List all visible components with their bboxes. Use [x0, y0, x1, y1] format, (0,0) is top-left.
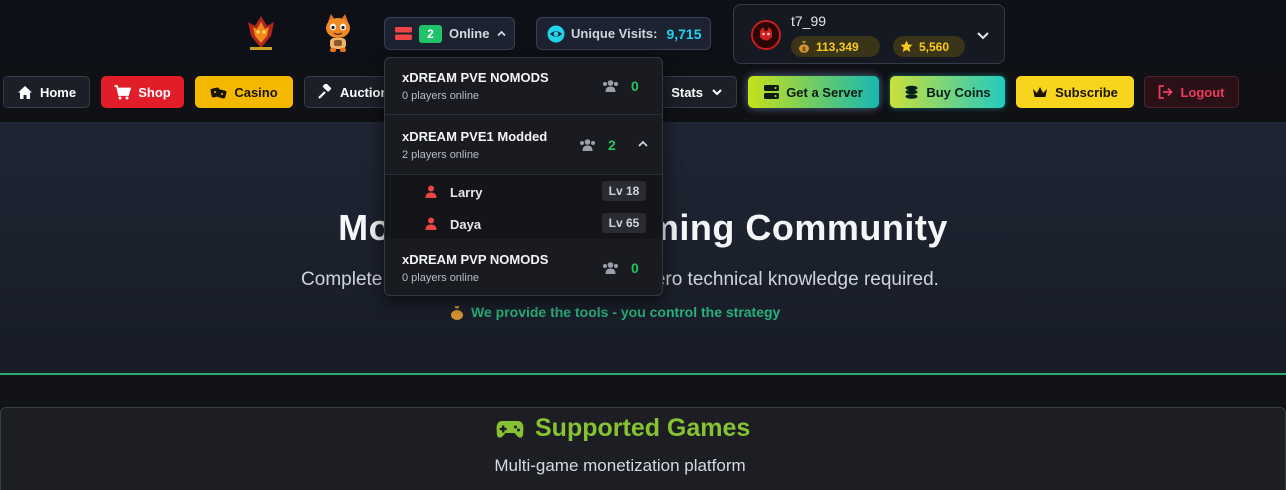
supported-games-heading: Supported Games — [496, 414, 750, 443]
user-icon — [425, 217, 437, 230]
unique-visits-counter: Unique Visits: 9,715 — [536, 17, 711, 50]
online-count-badge: 2 — [419, 24, 442, 43]
online-servers-button[interactable]: 2 Online — [384, 17, 515, 50]
money-bag-icon: $ — [799, 41, 809, 53]
cart-icon — [114, 84, 132, 99]
nav-auction-label: Auction — [340, 84, 389, 100]
server-online-count: 0 — [631, 260, 639, 276]
user-profile-menu[interactable]: t7_99 $ 113,349 5,560 — [733, 4, 1005, 64]
server-players-text: 2 players online — [402, 149, 480, 161]
money-balance: $ 113,349 — [791, 36, 880, 57]
server-item[interactable]: xDREAM PVP NOMODS 0 players online 0 — [385, 239, 662, 295]
supported-games-title: Supported Games — [535, 414, 751, 442]
chevron-up-icon — [497, 30, 507, 37]
subscribe-button[interactable]: Subscribe — [1016, 76, 1134, 108]
logout-icon — [1159, 85, 1174, 99]
star-icon — [900, 40, 913, 52]
supported-games-section: Supported Games Multi-game monetization … — [0, 375, 1286, 490]
nav-home-label: Home — [39, 84, 77, 100]
dice-icon — [210, 87, 227, 98]
xdream-logo[interactable] — [244, 14, 278, 52]
nav-shop-label: Shop — [138, 84, 171, 100]
username: t7_99 — [791, 13, 827, 29]
buy-coins-label: Buy Coins — [926, 84, 991, 100]
mascot-logo[interactable] — [322, 12, 354, 54]
gamepad-icon — [496, 420, 524, 438]
money-value: 113,349 — [816, 39, 859, 54]
hero-tagline: We provide the tools - you control the s… — [450, 304, 780, 320]
crown-icon — [1033, 86, 1048, 97]
nav-casino-label: Casino — [234, 84, 278, 100]
online-label: Online — [449, 26, 490, 41]
users-icon — [603, 80, 618, 92]
users-icon — [603, 262, 618, 274]
server-players-text: 0 players online — [402, 90, 480, 102]
server-players-text: 0 players online — [402, 272, 480, 284]
hero-tagline-text: We provide the tools - you control the s… — [471, 304, 781, 320]
nav-auction-button[interactable]: Auction — [304, 76, 390, 108]
server-name: xDREAM PVE NOMODS — [402, 70, 549, 85]
server-name: xDREAM PVP NOMODS — [402, 252, 549, 267]
server-icon — [395, 27, 412, 40]
get-server-button[interactable]: Get a Server — [748, 76, 879, 108]
nav-casino-button[interactable]: Casino — [195, 76, 293, 108]
player-row[interactable]: Daya Lv 65 — [385, 209, 662, 239]
server-name: xDREAM PVE1 Modded — [402, 129, 548, 144]
server-icon — [764, 85, 780, 99]
nav-shop-button[interactable]: Shop — [101, 76, 184, 108]
users-icon — [580, 139, 595, 151]
subscribe-label: Subscribe — [1055, 84, 1118, 100]
logout-label: Logout — [1180, 84, 1225, 100]
server-online-count: 2 — [608, 137, 616, 153]
home-icon — [17, 85, 32, 99]
buy-coins-button[interactable]: Buy Coins — [890, 76, 1005, 108]
supported-games-subtitle: Multi-game monetization platform — [494, 456, 746, 475]
player-level-badge: Lv 18 — [602, 181, 646, 201]
player-name: Larry — [450, 185, 483, 200]
avatar — [751, 20, 781, 50]
coins-icon — [905, 85, 918, 99]
nav-home-button[interactable]: Home — [3, 76, 90, 108]
online-servers-dropdown: xDREAM PVE NOMODS 0 players online 0 xDR… — [384, 57, 663, 296]
visits-value: 9,715 — [666, 25, 702, 42]
visits-label: Unique Visits: — [571, 26, 658, 41]
user-icon — [425, 185, 437, 198]
svg-text:$: $ — [802, 46, 806, 53]
stars-value: 5,560 — [919, 39, 950, 54]
server-online-count: 0 — [631, 78, 639, 94]
player-row[interactable]: Larry Lv 18 — [385, 177, 662, 207]
chevron-down-icon — [712, 89, 722, 96]
server-item[interactable]: xDREAM PVE NOMODS 0 players online 0 — [385, 58, 662, 115]
stars-balance: 5,560 — [893, 36, 965, 57]
player-name: Daya — [450, 217, 482, 232]
money-bag-icon — [451, 305, 463, 320]
chevron-down-icon[interactable] — [974, 26, 992, 44]
player-list: Larry Lv 18 Daya Lv 65 — [385, 175, 662, 239]
player-level-badge: Lv 65 — [602, 213, 646, 233]
nav-stats-label: Stats — [671, 84, 703, 100]
logout-button[interactable]: Logout — [1144, 76, 1239, 108]
chevron-up-icon[interactable] — [636, 137, 650, 151]
get-server-label: Get a Server — [786, 84, 863, 100]
eye-icon — [547, 25, 565, 42]
server-item[interactable]: xDREAM PVE1 Modded 2 players online 2 — [385, 115, 662, 175]
gavel-icon — [318, 84, 332, 99]
